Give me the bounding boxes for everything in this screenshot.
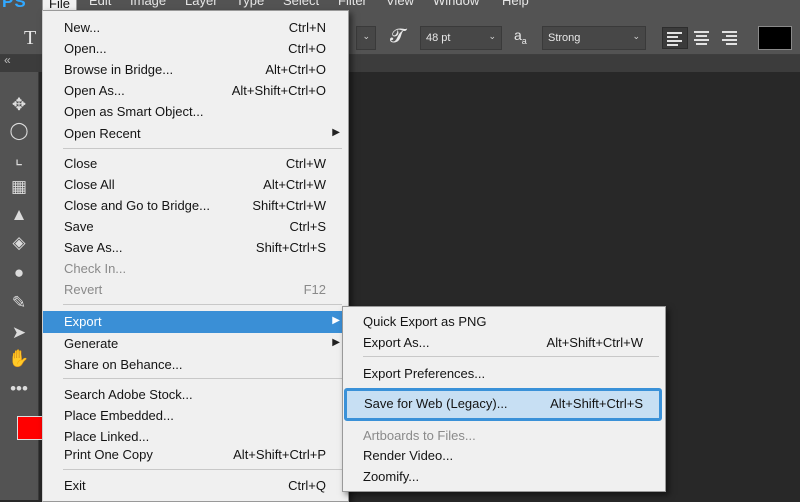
- submenu-arrow-icon: ▶: [332, 337, 340, 348]
- font-size-value: 48 pt: [426, 32, 451, 44]
- menu-item-save[interactable]: Save Ctrl+S: [43, 216, 348, 237]
- move-icon[interactable]: ✥: [6, 94, 32, 116]
- foreground-color-swatch[interactable]: [17, 416, 43, 440]
- type-tool-icon[interactable]: T: [24, 27, 36, 50]
- text-color-swatch[interactable]: [758, 26, 792, 50]
- collapse-panels-icon[interactable]: «: [4, 53, 11, 67]
- align-left-button[interactable]: [662, 27, 688, 49]
- menu-select[interactable]: Select: [283, 0, 319, 8]
- menu-item-close-all[interactable]: Close All Alt+Ctrl+W: [43, 174, 348, 195]
- menu-item-save-for-web[interactable]: Save for Web (Legacy)... Alt+Shift+Ctrl+S: [344, 388, 662, 421]
- menu-item-export[interactable]: Export ▶: [43, 311, 348, 333]
- menu-item-new[interactable]: New... Ctrl+N: [43, 17, 348, 38]
- healing-brush-icon[interactable]: ▦: [6, 176, 32, 198]
- antialias-dropdown[interactable]: Strong ⌄: [542, 26, 646, 50]
- font-size-dropdown[interactable]: 48 pt ⌄: [420, 26, 502, 50]
- menu-item-save-as[interactable]: Save As... Shift+Ctrl+S: [43, 237, 348, 258]
- hand-icon[interactable]: ✋: [6, 348, 32, 370]
- file-menu: New... Ctrl+N Open... Ctrl+O Browse in Bri…: [42, 10, 349, 502]
- menu-item-close[interactable]: Close Ctrl+W: [43, 153, 348, 174]
- submenu-arrow-icon: ▶: [332, 127, 340, 138]
- tools-panel: ✥ ◯ ⌞ ▦ ▲ ◈ ● ✎ ➤ ✋ •••: [0, 72, 43, 500]
- menu-bar: PS File Edit Image Layer Type Select Fil…: [0, 0, 800, 13]
- menu-divider: [363, 356, 659, 357]
- antialias-icon: aa: [514, 27, 527, 46]
- pen-icon[interactable]: ✎: [6, 292, 32, 314]
- menu-item-close-go-bridge[interactable]: Close and Go to Bridge... Shift+Ctrl+W: [43, 195, 348, 216]
- more-tools-icon[interactable]: •••: [6, 378, 32, 400]
- menu-item-print-one-copy[interactable]: Print One Copy Alt+Shift+Ctrl+P: [43, 444, 348, 465]
- menu-layer[interactable]: Layer: [185, 0, 218, 8]
- menu-edit[interactable]: Edit: [89, 0, 111, 8]
- menu-item-exit[interactable]: Exit Ctrl+Q: [43, 475, 348, 496]
- menu-item-search-stock[interactable]: Search Adobe Stock...: [43, 384, 348, 405]
- font-style-dropdown[interactable]: ⌄: [356, 26, 376, 50]
- align-right-button[interactable]: [718, 27, 742, 47]
- menu-image[interactable]: Image: [130, 0, 166, 8]
- menu-window[interactable]: Window: [433, 0, 479, 8]
- clone-stamp-icon[interactable]: ▲: [6, 204, 32, 226]
- eraser-icon[interactable]: ◈: [6, 232, 32, 254]
- menu-item-browse-bridge[interactable]: Browse in Bridge... Alt+Ctrl+O: [43, 59, 348, 80]
- menu-item-render-video[interactable]: Render Video...: [343, 445, 665, 466]
- chevron-down-icon: ⌄: [362, 31, 370, 41]
- align-center-button[interactable]: [690, 27, 714, 47]
- menu-divider: [63, 378, 342, 379]
- menu-divider: [63, 469, 342, 470]
- chevron-down-icon: ⌄: [488, 31, 496, 41]
- chevron-down-icon: ⌄: [632, 31, 640, 41]
- crop-icon[interactable]: ⌞: [6, 148, 32, 170]
- blur-drop-icon[interactable]: ●: [6, 262, 32, 284]
- menu-item-generate[interactable]: Generate ▶: [43, 333, 348, 354]
- antialias-value: Strong: [548, 32, 581, 44]
- menu-item-share-behance[interactable]: Share on Behance...: [43, 354, 348, 375]
- menu-item-quick-export-png[interactable]: Quick Export as PNG: [343, 311, 665, 332]
- menu-item-open-smart-object[interactable]: Open as Smart Object...: [43, 101, 348, 122]
- lasso-icon[interactable]: ◯: [6, 120, 32, 142]
- menu-filter[interactable]: Filter: [338, 0, 367, 8]
- menu-item-open-recent[interactable]: Open Recent ▶: [43, 123, 348, 144]
- menu-divider: [63, 148, 342, 149]
- menu-item-open[interactable]: Open... Ctrl+O: [43, 38, 348, 59]
- export-submenu: Quick Export as PNG Export As... Alt+Shif…: [342, 306, 666, 492]
- submenu-arrow-icon: ▶: [332, 315, 340, 326]
- menu-divider: [63, 304, 342, 305]
- font-size-icon: 𝓣: [390, 26, 405, 47]
- menu-item-revert: Revert F12: [64, 282, 326, 297]
- menu-view[interactable]: View: [386, 0, 414, 8]
- menu-type[interactable]: Type: [236, 0, 264, 8]
- menu-item-artboards-to-files: Artboards to Files...: [363, 428, 476, 443]
- menu-item-zoomify[interactable]: Zoomify...: [343, 466, 665, 487]
- menu-item-export-as[interactable]: Export As... Alt+Shift+Ctrl+W: [343, 332, 665, 353]
- menu-item-place-embedded[interactable]: Place Embedded...: [43, 405, 348, 426]
- menu-item-export-preferences[interactable]: Export Preferences...: [343, 363, 665, 384]
- menu-item-open-as[interactable]: Open As... Alt+Shift+Ctrl+O: [43, 80, 348, 101]
- menu-help[interactable]: Help: [502, 0, 529, 8]
- menu-item-check-in: Check In...: [64, 261, 127, 276]
- path-selection-icon[interactable]: ➤: [6, 322, 32, 344]
